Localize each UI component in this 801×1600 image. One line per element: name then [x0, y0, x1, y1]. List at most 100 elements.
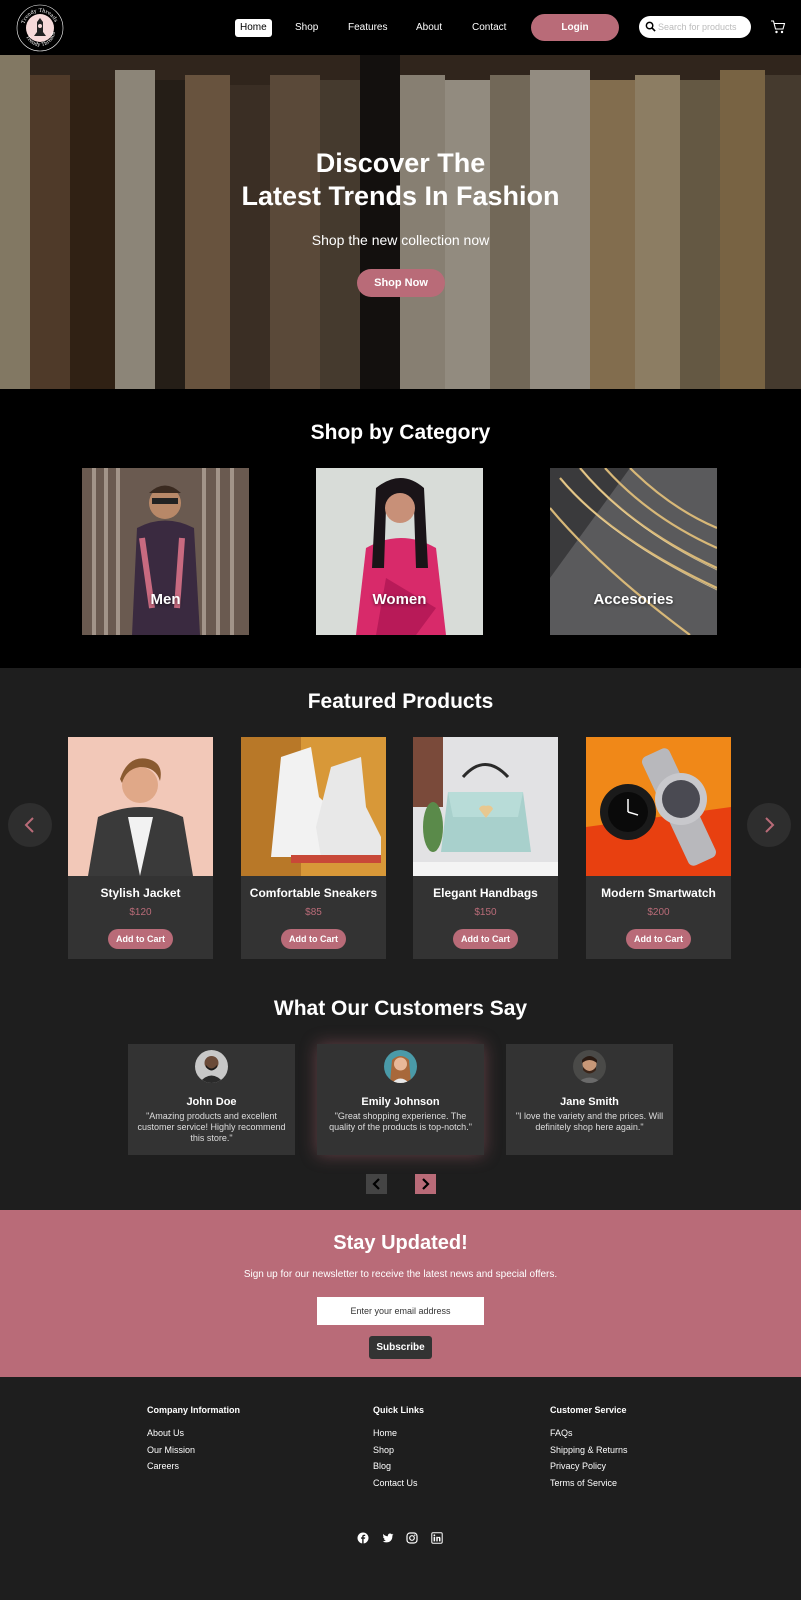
nav-home[interactable]: Home: [235, 19, 272, 37]
category-card-women[interactable]: Women: [316, 468, 483, 635]
logo-icon: Trendy Threads Trendy Threads: [16, 4, 64, 52]
facebook-link[interactable]: [357, 1531, 369, 1544]
nav-about[interactable]: About: [416, 19, 442, 37]
top-navbar: Trendy Threads Trendy Threads Home Shop …: [0, 0, 801, 55]
category-title: Shop by Category: [310, 421, 491, 444]
instagram-icon: [406, 1532, 418, 1544]
category-section: Shop by Category Men Women Accesories: [0, 389, 801, 668]
carousel-next-button[interactable]: [747, 803, 791, 847]
newsletter-subtitle: Sign up for our newsletter to receive th…: [243, 1269, 558, 1280]
footer: Company Information About Us Our Mission…: [0, 1377, 801, 1600]
newsletter-title: Stay Updated!: [333, 1232, 468, 1254]
footer-link-privacy-policy[interactable]: Privacy Policy: [550, 1458, 628, 1475]
avatar: [384, 1050, 417, 1083]
product-price: $120: [129, 907, 152, 918]
twitter-icon: [382, 1533, 394, 1543]
testimonial-name: Jane Smith: [560, 1096, 619, 1108]
footer-link-faqs[interactable]: FAQs: [550, 1425, 628, 1442]
category-label-women: Women: [372, 591, 427, 608]
avatar: [195, 1050, 228, 1083]
hero-background-image: [0, 55, 801, 389]
accessories-category-image: [550, 468, 717, 635]
footer-column-quick-links: Quick Links Home Shop Blog Contact Us: [373, 1405, 424, 1491]
carousel-prev-button[interactable]: [8, 803, 52, 847]
testimonials-section: What Our Customers Say John Doe "Amazing…: [0, 968, 801, 1210]
hero-title-line2: Latest Trends In Fashion: [241, 181, 560, 211]
cart-icon[interactable]: [770, 19, 786, 35]
product-image-sneakers[interactable]: [241, 737, 386, 876]
footer-link-home[interactable]: Home: [373, 1425, 424, 1442]
nav-features[interactable]: Features: [348, 19, 387, 37]
chevron-left-icon: [24, 817, 34, 833]
add-to-cart-button[interactable]: Add to Cart: [453, 929, 518, 949]
product-card: Stylish Jacket $120 Add to Cart: [68, 737, 213, 959]
newsletter-email-input[interactable]: [317, 1297, 484, 1325]
testimonial-card: John Doe "Amazing products and excellent…: [128, 1044, 295, 1155]
product-image-jacket[interactable]: [68, 737, 213, 876]
hero-title: Discover The Latest Trends In Fashion: [0, 147, 801, 213]
search-icon: [645, 21, 656, 32]
product-image-smartwatch[interactable]: [586, 737, 731, 876]
footer-link-blog[interactable]: Blog: [373, 1458, 424, 1475]
testimonial-name: Emily Johnson: [361, 1096, 440, 1108]
chevron-right-icon: [422, 1178, 430, 1190]
hero-title-line1: Discover The: [315, 148, 486, 178]
footer-link-contact-us[interactable]: Contact Us: [373, 1475, 424, 1492]
product-card: Comfortable Sneakers $85 Add to Cart: [241, 737, 386, 959]
footer-column-customer-service: Customer Service FAQs Shipping & Returns…: [550, 1405, 628, 1491]
testimonial-card: Jane Smith "I love the variety and the p…: [506, 1044, 673, 1155]
footer-link-careers[interactable]: Careers: [147, 1458, 240, 1475]
brand-logo[interactable]: Trendy Threads Trendy Threads: [16, 4, 64, 52]
add-to-cart-button[interactable]: Add to Cart: [626, 929, 691, 949]
hero-subtitle: Shop the new collection now: [311, 232, 490, 248]
subscribe-button[interactable]: Subscribe: [369, 1336, 432, 1359]
instagram-link[interactable]: [406, 1531, 418, 1544]
footer-heading: Company Information: [147, 1405, 241, 1415]
product-card: Modern Smartwatch $200 Add to Cart: [586, 737, 731, 959]
category-label-accessories: Accesories: [593, 591, 674, 608]
featured-products-section: Featured Products Stylish Jacket $120 Ad…: [0, 668, 801, 968]
footer-link-shipping-returns[interactable]: Shipping & Returns: [550, 1442, 628, 1459]
chevron-right-icon: [765, 817, 775, 833]
category-label-men: Men: [150, 591, 181, 608]
footer-link-about-us[interactable]: About Us: [147, 1425, 240, 1442]
chevron-left-icon: [372, 1178, 380, 1190]
product-card: Elegant Handbags $150 Add to Cart: [413, 737, 558, 959]
linkedin-link[interactable]: [431, 1531, 443, 1544]
testimonial-quote: "I love the variety and the prices. Will…: [515, 1111, 664, 1132]
login-button[interactable]: Login: [531, 14, 619, 41]
category-card-men[interactable]: Men: [82, 468, 249, 635]
hero-banner: Discover The Latest Trends In Fashion Sh…: [0, 55, 801, 389]
twitter-link[interactable]: [382, 1531, 394, 1543]
men-category-image: [82, 468, 249, 635]
category-card-accessories[interactable]: Accesories: [550, 468, 717, 635]
shop-now-button[interactable]: Shop Now: [357, 269, 445, 297]
product-name: Modern Smartwatch: [601, 886, 716, 900]
product-name: Stylish Jacket: [100, 886, 181, 900]
handbag-image: [413, 737, 558, 876]
sneakers-image: [241, 737, 386, 876]
add-to-cart-button[interactable]: Add to Cart: [281, 929, 346, 949]
footer-column-company: Company Information About Us Our Mission…: [147, 1405, 240, 1475]
product-price: $85: [305, 907, 322, 918]
jacket-image: [68, 737, 213, 876]
product-image-handbag[interactable]: [413, 737, 558, 876]
add-to-cart-button[interactable]: Add to Cart: [108, 929, 173, 949]
product-price: $200: [647, 907, 670, 918]
testimonial-prev-button[interactable]: [366, 1174, 387, 1194]
testimonial-card: Emily Johnson "Great shopping experience…: [317, 1044, 484, 1155]
footer-link-our-mission[interactable]: Our Mission: [147, 1442, 240, 1459]
search-input[interactable]: [658, 19, 746, 35]
testimonial-name: John Doe: [186, 1096, 237, 1108]
nav-contact[interactable]: Contact: [472, 19, 506, 37]
facebook-icon: [357, 1532, 369, 1544]
smartwatch-image: [586, 737, 731, 876]
nav-shop[interactable]: Shop: [295, 19, 318, 37]
product-name: Elegant Handbags: [433, 886, 538, 900]
footer-heading: Quick Links: [373, 1405, 425, 1415]
footer-link-shop[interactable]: Shop: [373, 1442, 424, 1459]
women-category-image: [316, 468, 483, 635]
footer-link-terms-of-service[interactable]: Terms of Service: [550, 1475, 628, 1492]
testimonials-title: What Our Customers Say: [273, 997, 528, 1020]
testimonial-next-button[interactable]: [415, 1174, 436, 1194]
